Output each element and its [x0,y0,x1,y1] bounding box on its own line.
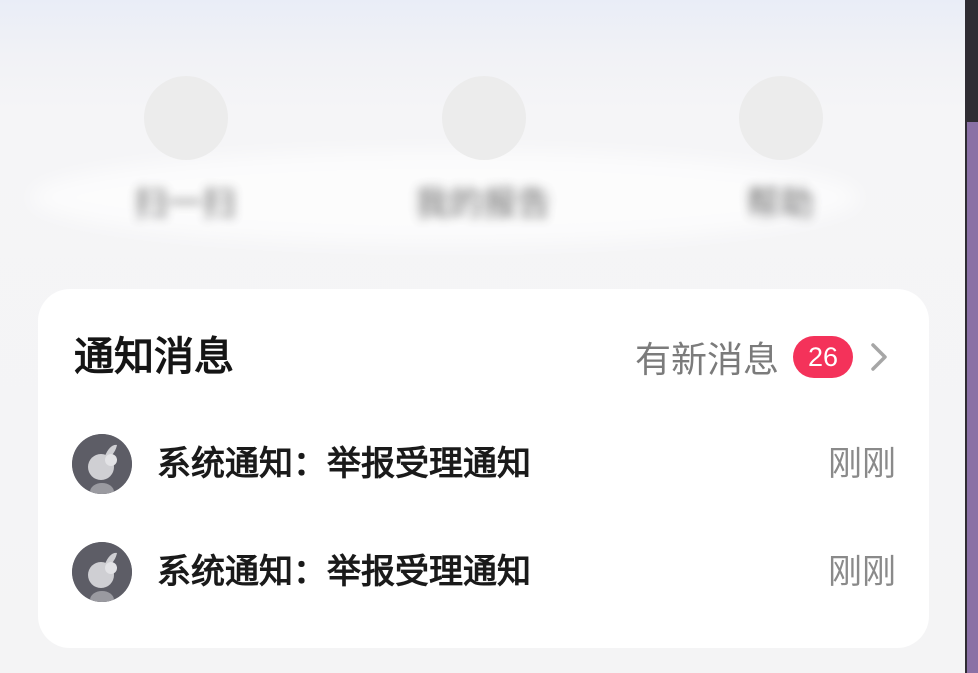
scan-icon [144,76,228,160]
notification-text: 系统通知：举报受理通知 [157,444,531,484]
shortcut-label-scan: 扫一扫 [134,184,236,224]
notification-item[interactable]: 系统通知：举报受理通知 刚刚 [72,434,896,496]
new-messages-link[interactable]: 有新消息 26 [635,333,891,381]
scrollbar-thumb[interactable] [967,122,978,673]
new-messages-label: 有新消息 [634,340,779,381]
chevron-right-icon [871,343,887,371]
notification-card: 通知消息 有新消息 26 系统通知：举报受理通知 刚刚 系统通知：举报受理通知 … [38,289,929,648]
help-icon [739,76,823,160]
notification-text: 系统通知：举报受理通知 [157,552,531,592]
shortcut-bar: 扫一扫 我的报告 帮助 [0,0,965,260]
shortcut-label-help: 帮助 [746,184,814,224]
scrollbar[interactable] [965,0,978,673]
notification-time: 刚刚 [828,552,896,592]
report-icon [442,76,526,160]
unread-count-badge: 26 [793,336,853,378]
notification-item[interactable]: 系统通知：举报受理通知 刚刚 [72,542,896,604]
shortcut-my-report[interactable]: 我的报告 [373,76,593,236]
shortcut-label-my-report: 我的报告 [415,184,551,224]
system-avatar-icon [72,542,132,602]
shortcut-help[interactable]: 帮助 [670,76,890,236]
notification-time: 刚刚 [828,444,896,484]
system-avatar-icon [72,434,132,494]
shortcut-scan[interactable]: 扫一扫 [75,76,295,236]
notification-title: 通知消息 [74,334,234,380]
